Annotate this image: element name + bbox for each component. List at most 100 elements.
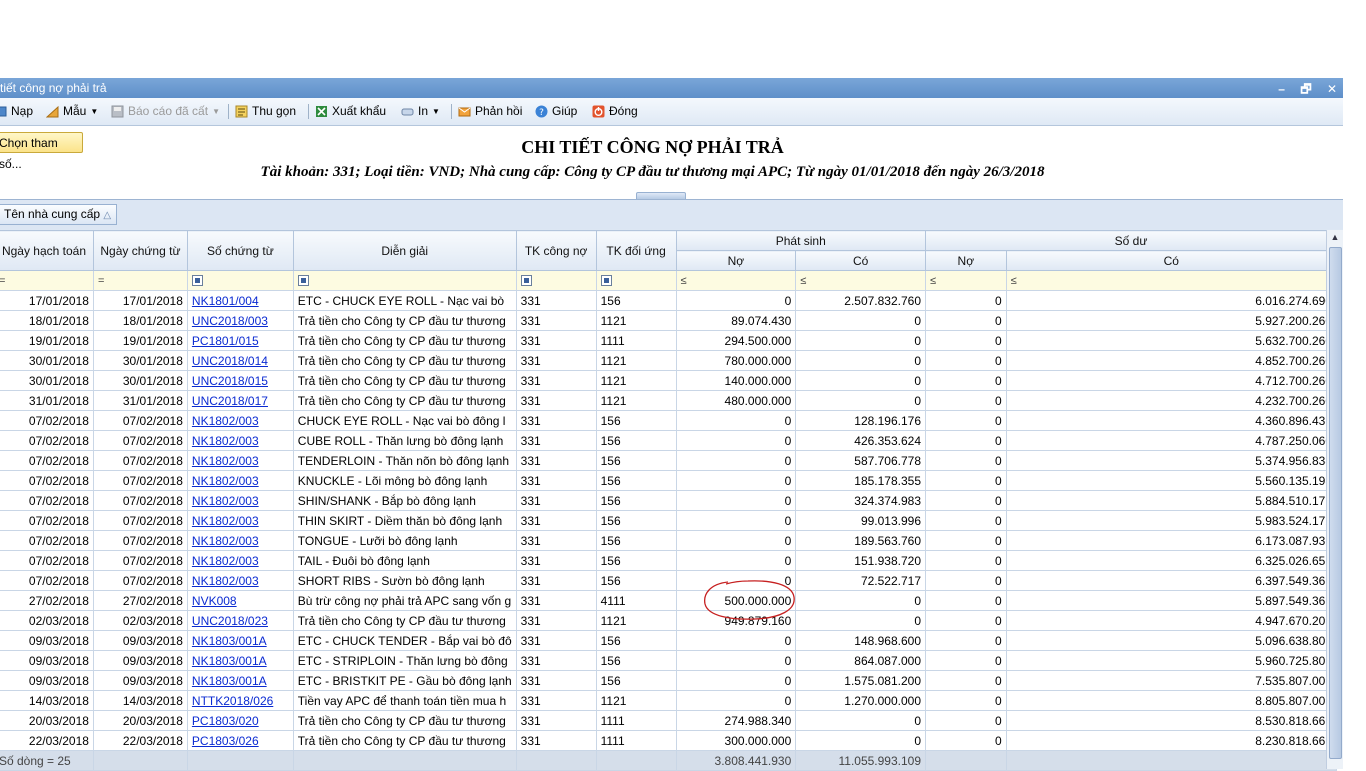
filter-posting-date[interactable]: = (0, 270, 94, 291)
cell-posting-date: 14/03/2018 (0, 690, 94, 711)
col-doc-no[interactable]: Số chứng từ (186, 230, 294, 271)
cell-balance-credit: 5.096.638.809 (1005, 630, 1338, 651)
filter-balance-debit[interactable]: ≤ (925, 270, 1007, 291)
doc-no-link[interactable]: NK1802/003 (192, 494, 259, 508)
help-icon: ? (535, 105, 548, 118)
cell-doc-date: 07/02/2018 (92, 570, 188, 591)
doc-no-link[interactable]: PC1803/020 (192, 714, 259, 728)
doc-no-link[interactable]: PC1801/015 (192, 334, 259, 348)
table-row[interactable]: 07/02/2018 07/02/2018 NK1802/003 TAIL - Đuô… (0, 550, 1338, 571)
close-window-button[interactable]: ✕ (1327, 82, 1337, 96)
group-by-supplier-chip[interactable]: Tên nhà cung cấp △ (0, 204, 118, 225)
filter-arising-debit[interactable]: ≤ (675, 270, 797, 291)
table-row[interactable]: 07/02/2018 07/02/2018 NK1802/003 TONGUE - L… (0, 530, 1338, 551)
table-row[interactable]: 07/02/2018 07/02/2018 NK1802/003 KNUCKLE - … (0, 470, 1338, 491)
close-button[interactable]: Đóng (592, 104, 638, 118)
table-row[interactable]: 31/01/2018 31/01/2018 UNC2018/017 Trả tiền … (0, 390, 1338, 411)
table-row[interactable]: 07/02/2018 07/02/2018 NK1802/003 CUBE ROLL … (0, 430, 1338, 451)
table-row[interactable]: 20/03/2018 20/03/2018 PC1803/020 Trả tiền c… (0, 710, 1338, 731)
table-row[interactable]: 22/03/2018 22/03/2018 PC1803/026 Trả tiền c… (0, 730, 1338, 751)
cell-contra-account: 156 (595, 530, 677, 551)
table-row[interactable]: 09/03/2018 09/03/2018 NK1803/001A ETC - BRI… (0, 670, 1338, 691)
table-row[interactable]: 30/01/2018 30/01/2018 UNC2018/015 Trả tiền … (0, 370, 1338, 391)
filter-doc-date[interactable]: = (92, 270, 188, 291)
cell-arising-debit: 949.879.160 (675, 610, 797, 631)
col-arising-credit[interactable]: Có (795, 250, 927, 271)
col-posting-date[interactable]: Ngày hạch toán (0, 230, 94, 271)
feedback-button[interactable]: Phản hồi (458, 104, 522, 118)
data-grid: Tên nhà cung cấp △ Ngày hạch toán Ngày c… (0, 199, 1343, 771)
table-row[interactable]: 07/02/2018 07/02/2018 NK1802/003 TENDERLOIN… (0, 450, 1338, 471)
doc-no-link[interactable]: UNC2018/023 (192, 614, 268, 628)
table-row[interactable]: 18/01/2018 18/01/2018 UNC2018/003 Trả tiền … (0, 310, 1338, 331)
doc-no-link[interactable]: NK1803/001A (192, 634, 267, 648)
cell-description: CUBE ROLL - Thăn lưng bò đông lạnh (292, 430, 517, 451)
cell-contra-account: 1121 (595, 310, 677, 331)
doc-no-link[interactable]: NK1802/003 (192, 454, 259, 468)
collapse-button[interactable]: Thu gọn (235, 104, 296, 118)
doc-no-link[interactable]: NVK008 (192, 594, 237, 608)
table-row[interactable]: 07/02/2018 07/02/2018 NK1802/003 SHORT RIBS… (0, 570, 1338, 591)
table-row[interactable]: 14/03/2018 14/03/2018 NTTK2018/026 Tiền vay… (0, 690, 1338, 711)
help-button[interactable]: ? Giúp (535, 104, 577, 118)
doc-no-link[interactable]: NK1803/001A (192, 654, 267, 668)
doc-no-link[interactable]: UNC2018/017 (192, 394, 268, 408)
col-description[interactable]: Diễn giải (292, 230, 517, 271)
col-balance-credit[interactable]: Có (1005, 250, 1338, 271)
table-row[interactable]: 30/01/2018 30/01/2018 UNC2018/014 Trả tiền … (0, 350, 1338, 371)
chevron-down-icon: ▼ (432, 106, 440, 116)
cell-posting-date: 07/02/2018 (0, 510, 94, 531)
doc-no-link[interactable]: NK1802/003 (192, 534, 259, 548)
doc-no-link[interactable]: NK1802/003 (192, 554, 259, 568)
doc-no-link[interactable]: UNC2018/015 (192, 374, 268, 388)
doc-no-link[interactable]: PC1803/026 (192, 734, 259, 748)
doc-no-link[interactable]: NK1802/003 (192, 474, 259, 488)
filter-debt-account[interactable] (515, 270, 597, 291)
cell-posting-date: 17/01/2018 (0, 290, 94, 311)
doc-no-link[interactable]: NK1803/001A (192, 674, 267, 688)
col-contra-account[interactable]: TK đối ứng (595, 230, 677, 271)
doc-no-link[interactable]: UNC2018/003 (192, 314, 268, 328)
reload-button[interactable]: Nạp (0, 104, 33, 118)
table-row[interactable]: 09/03/2018 09/03/2018 NK1803/001A ETC - STR… (0, 650, 1338, 671)
minimize-button[interactable]: – (1278, 82, 1285, 96)
scroll-up-icon[interactable]: ▲ (1327, 230, 1343, 245)
table-row[interactable]: 09/03/2018 09/03/2018 NK1803/001A ETC - CHU… (0, 630, 1338, 651)
table-row[interactable]: 07/02/2018 07/02/2018 NK1802/003 SHIN/SHANK… (0, 490, 1338, 511)
doc-no-link[interactable]: NTTK2018/026 (192, 694, 273, 708)
cell-arising-debit: 300.000.000 (675, 730, 797, 751)
filter-balance-credit[interactable]: ≤ (1005, 270, 1338, 291)
doc-no-link[interactable]: NK1802/003 (192, 414, 259, 428)
doc-no-link[interactable]: NK1802/003 (192, 514, 259, 528)
filter-description[interactable] (292, 270, 517, 291)
table-row[interactable]: 07/02/2018 07/02/2018 NK1802/003 CHUCK EYE … (0, 410, 1338, 431)
vertical-scrollbar[interactable]: ▲ (1326, 230, 1343, 769)
table-row[interactable]: 02/03/2018 02/03/2018 UNC2018/023 Trả tiền … (0, 610, 1338, 631)
print-button[interactable]: In ▼ (401, 104, 440, 118)
col-debt-account[interactable]: TK công nợ (515, 230, 597, 271)
cell-doc-no: NK1801/004 (186, 290, 294, 311)
doc-no-link[interactable]: NK1802/003 (192, 574, 259, 588)
doc-no-link[interactable]: NK1802/003 (192, 434, 259, 448)
scrollbar-thumb[interactable] (1329, 247, 1342, 759)
col-arising-debit[interactable]: Nợ (675, 250, 797, 271)
doc-no-link[interactable]: UNC2018/014 (192, 354, 268, 368)
col-balance-debit[interactable]: Nợ (925, 250, 1007, 271)
cell-posting-date: 09/03/2018 (0, 670, 94, 691)
saved-report-button[interactable]: Báo cáo đã cất ▼ (111, 104, 220, 118)
filter-contra-account[interactable] (595, 270, 677, 291)
table-row[interactable]: 17/01/2018 17/01/2018 NK1801/004 ETC - CHUC… (0, 290, 1338, 311)
cell-contra-account: 4111 (595, 590, 677, 611)
cell-balance-debit: 0 (925, 410, 1007, 431)
cell-arising-credit: 151.938.720 (795, 550, 927, 571)
table-row[interactable]: 27/02/2018 27/02/2018 NVK008 Bù trừ công nợ… (0, 590, 1338, 611)
table-row[interactable]: 07/02/2018 07/02/2018 NK1802/003 THIN SKIRT… (0, 510, 1338, 531)
export-button[interactable]: Xuất khẩu (315, 104, 386, 118)
print-icon (401, 108, 414, 115)
template-button[interactable]: Mẫu ▼ (46, 104, 98, 118)
col-doc-date[interactable]: Ngày chứng từ (92, 230, 188, 271)
doc-no-link[interactable]: NK1801/004 (192, 294, 259, 308)
filter-doc-no[interactable] (186, 270, 294, 291)
table-row[interactable]: 19/01/2018 19/01/2018 PC1801/015 Trả tiền c… (0, 330, 1338, 351)
filter-arising-credit[interactable]: ≤ (795, 270, 927, 291)
